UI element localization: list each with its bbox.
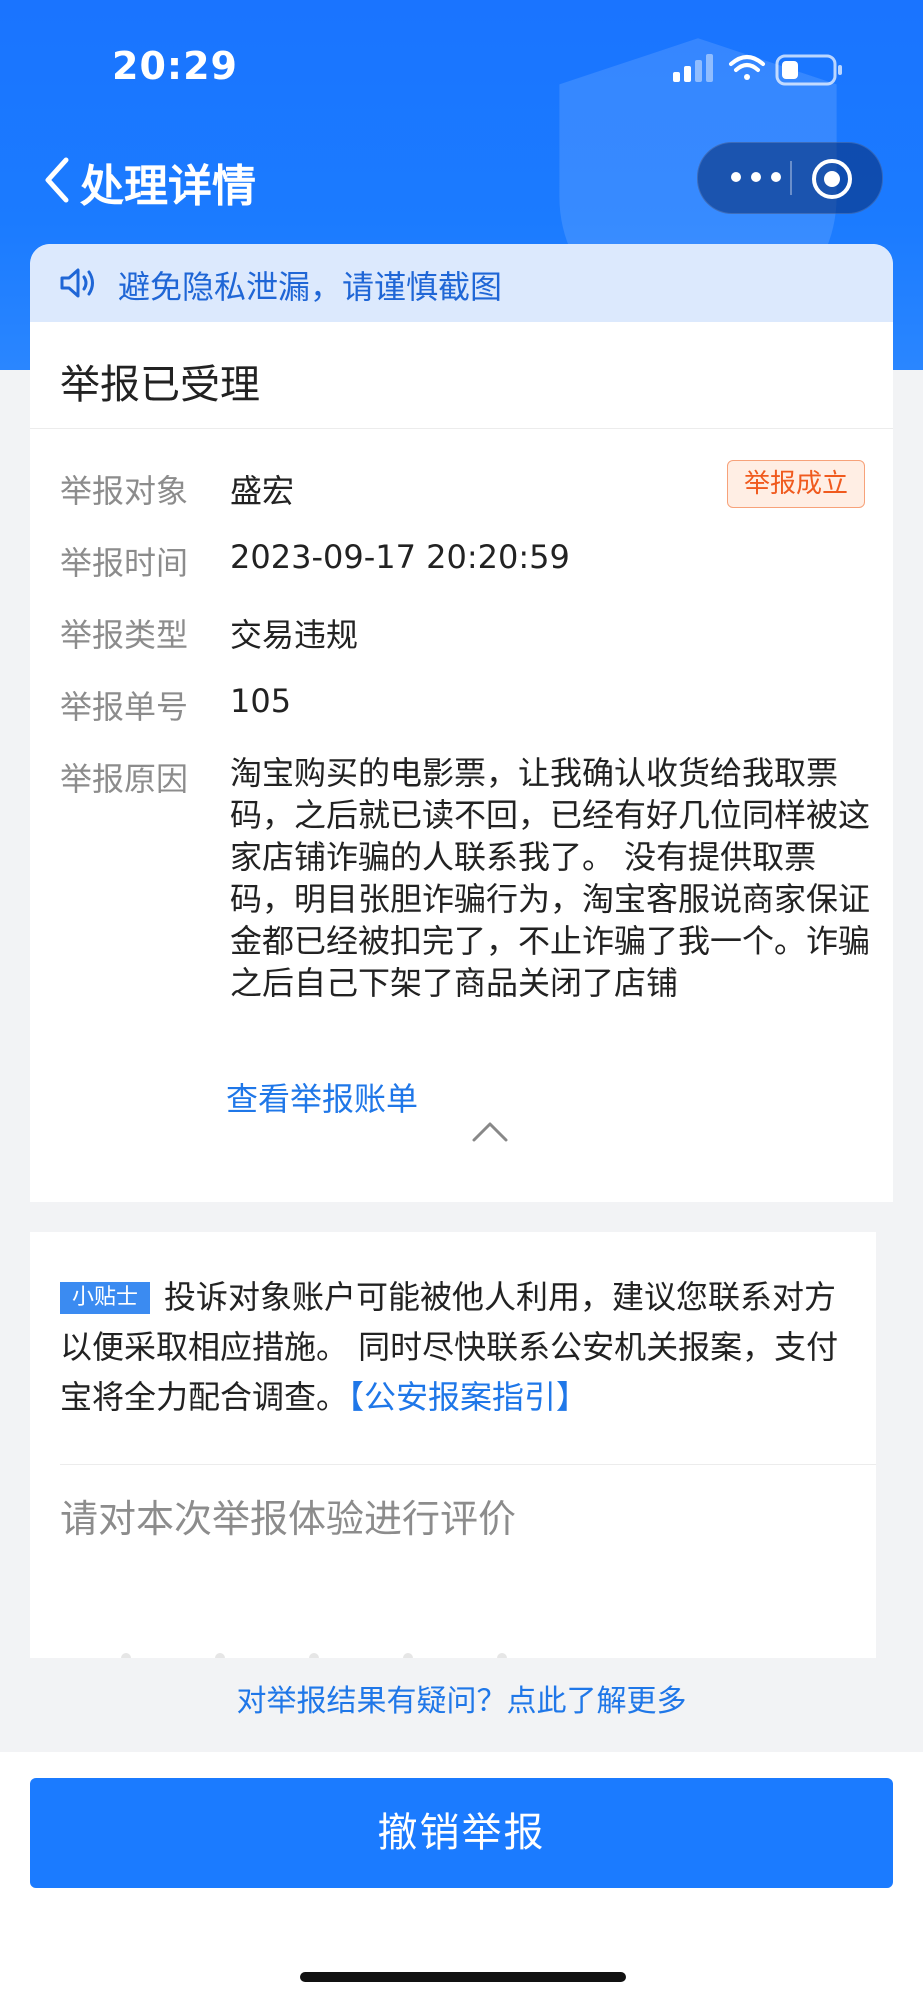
label-report-time: 举报时间 xyxy=(60,544,189,582)
status-badge: 举报成立 xyxy=(727,460,865,508)
miniapp-capsule xyxy=(697,142,883,214)
doubt-link[interactable]: 对举报结果有疑问？点此了解更多 xyxy=(0,1676,923,1720)
privacy-notice-text: 避免隐私泄漏，请谨慎截图 xyxy=(118,268,503,306)
tip-paragraph: 小贴士 投诉对象账户可能被他人利用，建议您联系对方以便采取相应措施。 同时尽快联系… xyxy=(60,1272,860,1422)
report-status-title: 举报已受理 xyxy=(60,362,260,408)
label-report-number: 举报单号 xyxy=(60,688,189,726)
chevron-up-icon[interactable] xyxy=(470,1118,510,1144)
label-report-target: 举报对象 xyxy=(60,472,189,510)
view-bill-link[interactable]: 查看举报账单 xyxy=(226,1074,418,1120)
status-bar: 20:29 xyxy=(0,0,923,130)
value-report-target: 盛宏 xyxy=(230,472,295,510)
police-guide-link[interactable]: 【公安报案指引】 xyxy=(348,1378,588,1416)
bottom-bar: 撤销举报 xyxy=(0,1752,923,2000)
back-arrow-icon[interactable] xyxy=(38,152,78,208)
label-report-type: 举报类型 xyxy=(60,616,189,654)
speaker-icon xyxy=(60,268,94,298)
status-icons xyxy=(673,54,842,86)
revoke-report-button[interactable]: 撤销举报 xyxy=(30,1778,893,1888)
close-miniapp-icon[interactable] xyxy=(810,157,854,201)
battery-icon xyxy=(775,54,842,86)
status-time: 20:29 xyxy=(112,44,238,88)
page-title: 处理详情 xyxy=(80,161,256,212)
wifi-icon xyxy=(729,55,765,80)
rating-stars-partial[interactable] xyxy=(90,1646,530,1658)
tip-card: 小贴士 投诉对象账户可能被他人利用，建议您联系对方以便采取相应措施。 同时尽快联系… xyxy=(30,1232,876,1658)
value-report-time: 2023-09-17 20:20:59 xyxy=(230,538,570,576)
privacy-notice: 避免隐私泄漏，请谨慎截图 xyxy=(30,244,893,322)
value-report-number: 105 xyxy=(230,682,292,720)
value-report-type: 交易违规 xyxy=(230,616,359,654)
report-card: 避免隐私泄漏，请谨慎截图 举报已受理 举报成立 举报对象 盛宏 举报时间 202… xyxy=(30,244,893,1202)
rating-title: 请对本次举报体验进行评价 xyxy=(60,1497,517,1541)
label-report-reason: 举报原因 xyxy=(60,760,189,798)
navbar: 处理详情 xyxy=(0,140,923,220)
home-indicator xyxy=(300,1972,626,1982)
tip-tag: 小贴士 xyxy=(60,1282,151,1314)
divider xyxy=(60,1464,876,1465)
capsule-divider xyxy=(790,161,792,195)
signal-icon xyxy=(673,54,713,82)
divider xyxy=(30,428,893,429)
more-icon[interactable] xyxy=(726,167,786,187)
value-report-reason: 淘宝购买的电影票，让我确认收货给我取票码，之后就已读不回，已经有好几位同样被这家… xyxy=(230,754,871,1002)
